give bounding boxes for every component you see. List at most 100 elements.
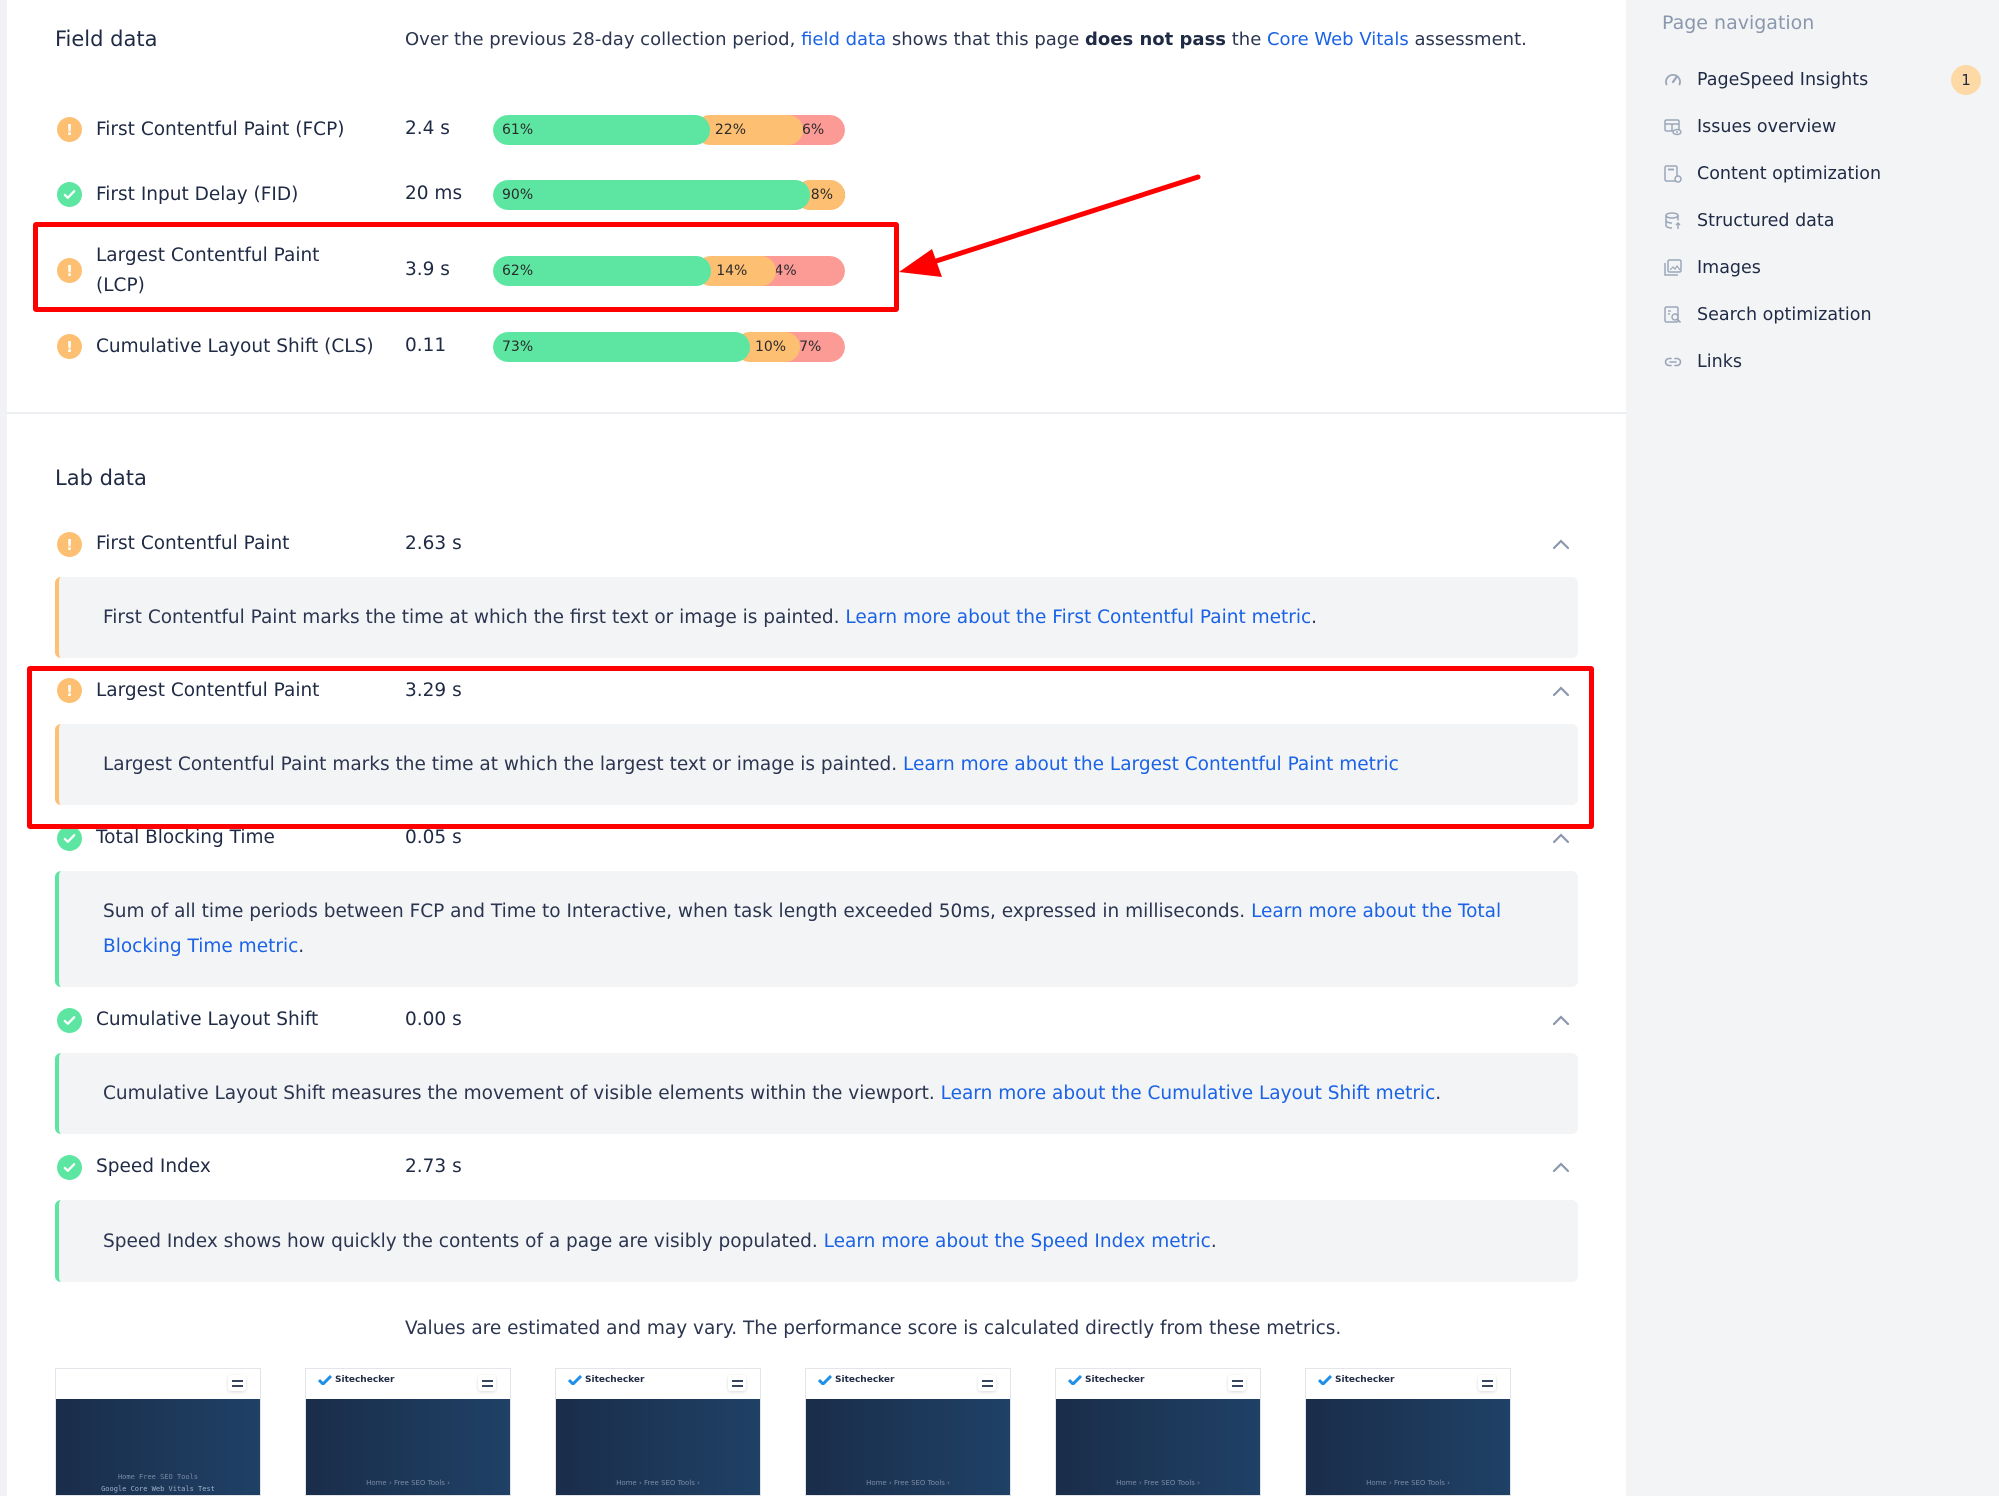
chevron-up-icon[interactable]	[1551, 684, 1571, 698]
sidebar-item-images[interactable]: Images	[1662, 253, 1982, 283]
frame-header: Sitechecker	[1306, 1369, 1510, 1399]
sidebar-item-label: Issues overview	[1697, 117, 1837, 137]
sidebar-item-issues-overview[interactable]: Issues overview	[1662, 112, 1982, 142]
checkmark-logo-icon	[1318, 1375, 1332, 1385]
sidebar-item-structured-data[interactable]: Structured data	[1662, 206, 1982, 236]
sidebar-item-label: Images	[1697, 258, 1761, 278]
description-text: Speed Index shows how quickly the conten…	[103, 1230, 824, 1252]
description-text: the	[1226, 29, 1267, 50]
brand-name: Sitechecker	[335, 1375, 395, 1385]
metric-label: First Contentful Paint (FCP)	[96, 119, 345, 140]
field-data-title: Field data	[55, 27, 158, 51]
filmstrip-frame[interactable]: Sitechecker Home › Free SEO Tools ›	[805, 1368, 1011, 1496]
section-divider	[7, 412, 1626, 414]
metric-description: First Contentful Paint marks the time at…	[55, 577, 1578, 658]
brand-name: Sitechecker	[1085, 1375, 1145, 1385]
chevron-up-icon[interactable]	[1551, 1160, 1571, 1174]
learn-more-link[interactable]: Learn more about the First Contentful Pa…	[845, 607, 1311, 628]
checkmark-logo-icon	[568, 1375, 582, 1385]
images-icon	[1662, 257, 1684, 279]
chevron-up-icon[interactable]	[1551, 831, 1571, 845]
checkmark-logo-icon	[318, 1375, 332, 1385]
description-text: assessment.	[1408, 29, 1527, 50]
sidebar-item-links[interactable]: Links	[1662, 347, 1982, 377]
frame-header: Sitechecker	[1056, 1369, 1260, 1399]
frame-breadcrumb: Home › Free SEO Tools ›	[1366, 1479, 1450, 1487]
good-segment: 61%	[493, 115, 710, 145]
frame-hero: Home › Free SEO Tools ›	[556, 1399, 760, 1495]
warning-icon: !	[57, 334, 82, 359]
frame-breadcrumb: Home › Free SEO Tools ›	[616, 1479, 700, 1487]
description-text: Sum of all time periods between FCP and …	[103, 901, 1252, 922]
punctuation: .	[1311, 607, 1318, 628]
check-icon	[57, 1008, 82, 1033]
description-text: Cumulative Layout Shift measures the mov…	[103, 1083, 941, 1104]
warning-icon: !	[57, 258, 82, 283]
chevron-up-icon[interactable]	[1551, 1013, 1571, 1027]
metric-description: Largest Contentful Paint marks the time …	[55, 724, 1578, 805]
sidebar-item-label: Content optimization	[1697, 164, 1882, 184]
frame-hero: Home › Free SEO Tools ›	[306, 1399, 510, 1495]
average-segment: 22%	[694, 115, 804, 145]
frame-breadcrumb: Home › Free SEO Tools ›	[366, 1479, 450, 1487]
distribution-bar: 61% 22% 16%	[493, 115, 845, 145]
warning-icon: !	[57, 678, 82, 703]
content-optimization-icon	[1662, 163, 1684, 185]
sidebar-item-label: PageSpeed Insights	[1697, 70, 1869, 90]
learn-more-link[interactable]: Learn more about the Largest Contentful …	[903, 754, 1399, 775]
metric-value: 2.4 s	[405, 118, 450, 139]
metric-value: 20 ms	[405, 183, 463, 204]
link-text: Blocking Time metric	[103, 936, 299, 957]
metric-value: 2.63 s	[405, 533, 462, 554]
hamburger-menu-icon	[478, 1375, 496, 1391]
brand-name: Sitechecker	[1335, 1375, 1395, 1385]
hamburger-menu-icon	[728, 1375, 746, 1391]
structured-data-icon	[1662, 210, 1684, 232]
frame-breadcrumb: Home Free SEO Tools	[117, 1473, 199, 1481]
distribution-bar: 90% 8% 2%	[493, 180, 845, 210]
metric-value: 3.29 s	[405, 680, 462, 701]
filmstrip-frame[interactable]: Sitechecker Home › Free SEO Tools ›	[305, 1368, 511, 1496]
hamburger-menu-icon	[978, 1375, 996, 1391]
checkmark-logo-icon	[818, 1375, 832, 1385]
sidebar-item-label: Search optimization	[1697, 305, 1872, 325]
metric-label: Cumulative Layout Shift (CLS)	[96, 336, 374, 357]
learn-more-link[interactable]: Learn more about the Cumulative Layout S…	[941, 1083, 1436, 1104]
filmstrip-frame[interactable]: Sitechecker Home › Free SEO Tools ›	[1305, 1368, 1511, 1496]
description-text: shows that this page	[886, 29, 1086, 50]
link-text: Learn more about the Total	[1251, 901, 1502, 922]
sidebar-item-label: Structured data	[1697, 211, 1835, 231]
sidebar-item-content-optimization[interactable]: Content optimization	[1662, 159, 1982, 189]
filmstrip-frame[interactable]: Home Free SEO Tools Google Core Web Vita…	[55, 1368, 261, 1496]
description-text: Largest Contentful Paint marks the time …	[103, 754, 904, 775]
sitechecker-logo: Sitechecker	[1068, 1375, 1144, 1385]
frame-hero: Home › Free SEO Tools ›	[806, 1399, 1010, 1495]
checkmark-logo-icon	[1068, 1375, 1082, 1385]
chevron-up-icon[interactable]	[1551, 537, 1571, 551]
good-segment: 90%	[493, 180, 810, 210]
estimation-note: Values are estimated and may vary. The p…	[405, 1318, 1342, 1339]
metric-label: Total Blocking Time	[96, 827, 275, 848]
learn-more-link[interactable]: Learn more about the Speed Index metric	[824, 1231, 1211, 1252]
metric-value: 3.9 s	[405, 259, 450, 280]
metric-description: Cumulative Layout Shift measures the mov…	[55, 1053, 1578, 1134]
page-navigation-sidebar: Page navigation PageSpeed Insights 1 Iss…	[1626, 0, 1999, 1496]
filmstrip-frame[interactable]: Sitechecker Home › Free SEO Tools ›	[555, 1368, 761, 1496]
sitechecker-logo: Sitechecker	[568, 1375, 644, 1385]
metric-label: Cumulative Layout Shift	[96, 1009, 319, 1030]
metric-value: 0.00 s	[405, 1009, 462, 1030]
sidebar-item-search-optimization[interactable]: Search optimization	[1662, 300, 1982, 330]
speedometer-icon	[1662, 69, 1684, 91]
sidebar-item-pagespeed-insights[interactable]: PageSpeed Insights 1	[1662, 65, 1982, 95]
sitechecker-logo: Sitechecker	[1318, 1375, 1394, 1385]
link-icon	[1662, 351, 1684, 373]
hamburger-menu-icon	[1478, 1375, 1496, 1391]
field-data-link[interactable]: field data	[801, 29, 886, 50]
metric-value: 2.73 s	[405, 1156, 462, 1177]
warning-icon: !	[57, 117, 82, 142]
issue-count-badge: 1	[1951, 65, 1981, 95]
core-web-vitals-link[interactable]: Core Web Vitals	[1267, 29, 1409, 50]
sitechecker-logo: Sitechecker	[818, 1375, 894, 1385]
frame-hero: Home Free SEO Tools Google Core Web Vita…	[56, 1399, 260, 1495]
filmstrip-frame[interactable]: Sitechecker Home › Free SEO Tools ›	[1055, 1368, 1261, 1496]
